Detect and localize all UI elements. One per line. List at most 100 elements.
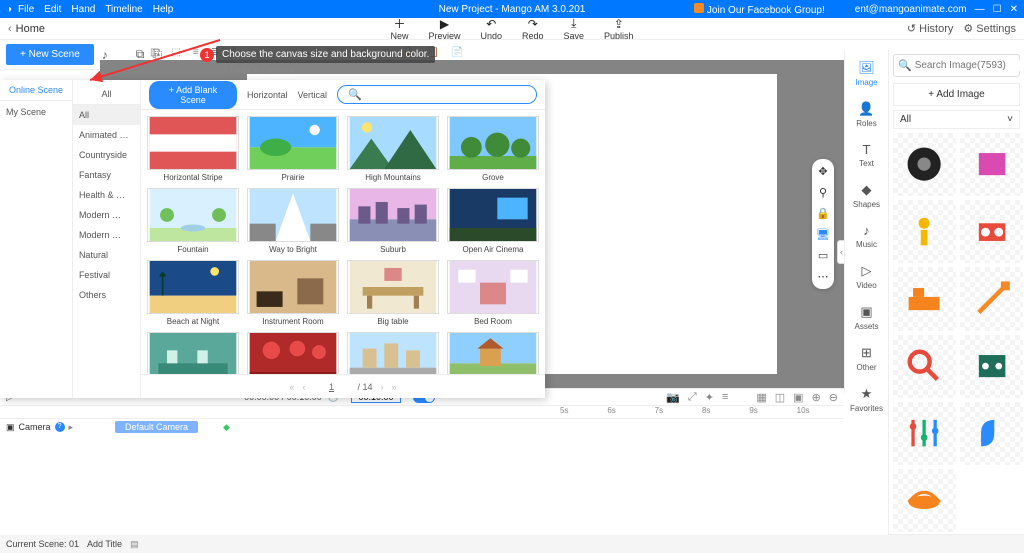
- rail-roles[interactable]: 👤Roles: [845, 97, 888, 132]
- category-item[interactable]: Modern …: [73, 225, 140, 245]
- lock-icon[interactable]: 🔒: [816, 207, 830, 220]
- scene-card[interactable]: Grove: [447, 116, 539, 182]
- scene-card[interactable]: Fountain: [147, 188, 239, 254]
- tool-publish[interactable]: ⇪Publish: [604, 17, 634, 41]
- tool-icon[interactable]: ⬚: [171, 47, 180, 58]
- scene-card[interactable]: Horizontal Stripe: [147, 116, 239, 182]
- asset-item[interactable]: [893, 335, 956, 398]
- scene-card[interactable]: Way to Bright: [247, 188, 339, 254]
- tool-save[interactable]: ⤓Save: [564, 17, 585, 41]
- category-item[interactable]: Festival: [73, 265, 140, 285]
- asset-item[interactable]: [893, 133, 956, 196]
- add-title-button[interactable]: Add Title: [87, 539, 122, 549]
- scene-card[interactable]: Experiment: [147, 332, 239, 374]
- tool-icon[interactable]: ⊕: [812, 391, 821, 404]
- scene-search[interactable]: 🔍: [337, 85, 537, 104]
- settings-button[interactable]: ⚙ Settings: [963, 22, 1016, 35]
- rail-video[interactable]: ▷Video: [845, 259, 888, 294]
- scene-card[interactable]: Prairie: [247, 116, 339, 182]
- asset-item[interactable]: [960, 200, 1023, 263]
- tab-my-scene[interactable]: My Scene: [0, 101, 72, 123]
- category-item[interactable]: Health & …: [73, 185, 140, 205]
- scene-card[interactable]: Lantern Festival: [247, 332, 339, 374]
- back-icon[interactable]: ‹: [8, 23, 12, 35]
- asset-item[interactable]: [960, 133, 1023, 196]
- tab-online-scene[interactable]: Online Scene: [0, 80, 72, 100]
- scene-card[interactable]: Open Air Cinema: [447, 188, 539, 254]
- scene-card[interactable]: Suburb: [347, 188, 439, 254]
- time-ruler[interactable]: 5s6s7s8s9s10s: [0, 405, 844, 419]
- help-icon[interactable]: ?: [55, 422, 65, 432]
- history-button[interactable]: ↺ History: [907, 22, 953, 35]
- rail-other[interactable]: ⊞Other: [845, 341, 888, 376]
- tool-icon[interactable]: ≡: [193, 47, 199, 58]
- rail-favorites[interactable]: ★Favorites: [845, 382, 888, 417]
- asset-item[interactable]: [960, 402, 1023, 465]
- default-camera-chip[interactable]: Default Camera: [115, 421, 198, 433]
- device-icon[interactable]: ▭: [818, 249, 828, 262]
- menu-edit[interactable]: Edit: [44, 4, 61, 15]
- menu-hand[interactable]: Hand: [71, 4, 95, 15]
- bulb-icon[interactable]: ⚲: [819, 186, 827, 199]
- page-last[interactable]: »: [392, 382, 397, 392]
- tool-icon[interactable]: ≡: [722, 391, 728, 404]
- keyframe-icon[interactable]: ◆: [223, 422, 230, 433]
- scene-search-input[interactable]: [362, 89, 526, 100]
- scene-card[interactable]: Small City: [347, 332, 439, 374]
- scene-card[interactable]: High Mountains: [347, 116, 439, 182]
- tool-redo[interactable]: ↷Redo: [522, 17, 544, 41]
- puzzle-icon[interactable]: ✥: [818, 165, 827, 178]
- rail-music[interactable]: ♪Music: [845, 219, 888, 253]
- category-item[interactable]: All: [73, 105, 140, 125]
- category-item[interactable]: Modern …: [73, 205, 140, 225]
- monitor-icon[interactable]: 🖥: [816, 228, 830, 241]
- asset-search[interactable]: 🔍: [893, 54, 1020, 77]
- category-item[interactable]: Fantasy: [73, 165, 140, 185]
- tool-icon[interactable]: ✦: [705, 391, 714, 404]
- asset-search-input[interactable]: [915, 60, 1024, 71]
- menu-help[interactable]: Help: [153, 4, 174, 15]
- rail-text[interactable]: TText: [845, 138, 888, 172]
- maximize-button[interactable]: ☐: [993, 4, 1002, 15]
- asset-item[interactable]: [893, 200, 956, 263]
- menu-timeline[interactable]: Timeline: [105, 4, 142, 15]
- tool-icon[interactable]: ⊖: [829, 391, 838, 404]
- add-image-button[interactable]: + Add Image: [893, 83, 1020, 106]
- menu-file[interactable]: File: [18, 4, 34, 15]
- rail-image[interactable]: 🖼Image: [845, 56, 888, 91]
- category-item[interactable]: Animated …: [73, 125, 140, 145]
- tool-icon[interactable]: ▣: [793, 391, 803, 404]
- tool-icon[interactable]: ▦: [756, 391, 766, 404]
- more-icon[interactable]: ⋯: [818, 270, 829, 283]
- tool-icon[interactable]: ⤢: [688, 391, 697, 404]
- category-item[interactable]: Others: [73, 285, 140, 305]
- scene-card[interactable]: Bed Room: [447, 260, 539, 326]
- asset-item[interactable]: [893, 402, 956, 465]
- new-scene-button[interactable]: + New Scene: [6, 44, 94, 65]
- scene-card[interactable]: Instrument Room: [247, 260, 339, 326]
- camera-icon[interactable]: 📷: [666, 391, 680, 404]
- edit-icon[interactable]: ▤: [130, 539, 139, 550]
- home-link[interactable]: Home: [16, 23, 45, 35]
- default-camera-checkbox[interactable]: ☐ Default Camera: [220, 65, 294, 76]
- tool-icon[interactable]: ◫: [150, 47, 159, 58]
- page-prev[interactable]: ‹: [302, 382, 305, 392]
- asset-item[interactable]: [893, 267, 956, 330]
- add-blank-scene-button[interactable]: + Add Blank Scene: [149, 81, 237, 109]
- minimize-button[interactable]: —: [975, 4, 985, 15]
- scene-card[interactable]: Big table: [347, 260, 439, 326]
- tool-undo[interactable]: ↶Undo: [480, 17, 502, 41]
- tool-preview[interactable]: ▶Preview: [428, 17, 460, 41]
- page-next[interactable]: ›: [381, 382, 384, 392]
- asset-item[interactable]: [893, 469, 956, 532]
- asset-item[interactable]: [960, 267, 1023, 330]
- account-email[interactable]: ent@mangoanimate.com: [855, 4, 967, 15]
- rail-assets[interactable]: ▣Assets: [845, 300, 888, 335]
- page-first[interactable]: «: [289, 382, 294, 392]
- scene-card[interactable]: Country Life: [447, 332, 539, 374]
- tool-icon[interactable]: 📄: [451, 47, 463, 58]
- tool-new[interactable]: ＋New: [390, 17, 408, 41]
- category-item[interactable]: Natural: [73, 245, 140, 265]
- tool-icon[interactable]: ◫: [775, 391, 785, 404]
- tab-all[interactable]: All: [73, 84, 140, 105]
